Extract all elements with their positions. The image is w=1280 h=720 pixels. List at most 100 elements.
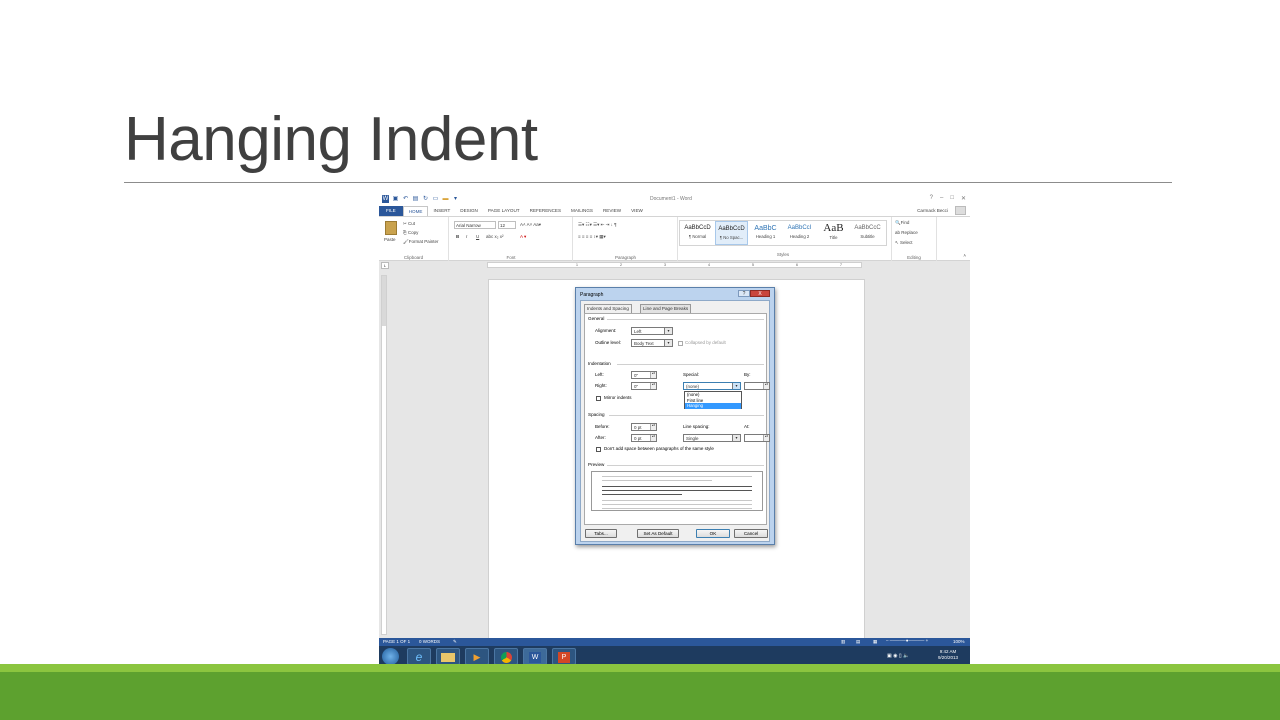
paste-icon[interactable]	[385, 221, 397, 235]
cursor-icon: ↖	[895, 240, 899, 245]
font-size-box[interactable]: 12	[498, 221, 516, 229]
close-icon[interactable]: ✕	[961, 195, 966, 202]
tab-review[interactable]: REVIEW	[598, 206, 626, 216]
help-icon[interactable]: ?	[930, 195, 933, 202]
collapse-ribbon-icon[interactable]: ˄	[963, 253, 966, 258]
avatar[interactable]	[955, 206, 966, 215]
customize-qat-icon[interactable]: ▾	[452, 195, 459, 203]
style-normal[interactable]: AaBbCcD ¶ Normal	[681, 221, 714, 245]
spinner-icon[interactable]: ▴▾	[650, 383, 656, 389]
start-button-icon[interactable]	[382, 648, 399, 665]
chrome-icon[interactable]	[494, 648, 518, 665]
word-logo-icon: W	[382, 195, 389, 203]
save-as-icon[interactable]: ▤	[412, 195, 419, 203]
style-subtitle[interactable]: AaBbCcC Subtitle	[851, 221, 884, 245]
open-folder-icon[interactable]: ▬	[442, 195, 449, 203]
zoom-level[interactable]: 100%	[953, 639, 965, 644]
alignment-select[interactable]: Left ▾	[631, 327, 673, 335]
collapsed-checkbox[interactable]	[678, 341, 683, 346]
bold-button[interactable]: B	[456, 234, 459, 239]
dialog-close-button[interactable]: X	[750, 290, 770, 297]
dont-add-space-checkbox[interactable]	[596, 447, 601, 452]
word-count[interactable]: 0 WORDS	[419, 639, 440, 644]
right-indent-input[interactable]: 0" ▴▾	[631, 382, 657, 390]
tab-view[interactable]: VIEW	[626, 206, 648, 216]
mirror-indents-checkbox[interactable]	[596, 396, 601, 401]
cancel-button[interactable]: Cancel	[734, 529, 768, 538]
read-mode-icon[interactable]: ▥	[841, 639, 845, 645]
paste-button[interactable]: Paste	[384, 237, 396, 242]
at-input[interactable]: ▴▾	[744, 434, 770, 442]
taskbar-clock[interactable]: 9:42 AM 9/20/2013	[938, 649, 958, 661]
strikethrough-icon[interactable]: abc x₂ x²	[486, 234, 504, 239]
explorer-folder-icon[interactable]	[436, 648, 460, 665]
outline-level-select[interactable]: Body Text ▾	[631, 339, 673, 347]
spinner-icon[interactable]: ▴▾	[650, 435, 656, 441]
ok-button[interactable]: OK	[696, 529, 730, 538]
dialog-help-button[interactable]: ?	[738, 290, 750, 297]
chevron-down-icon: ▾	[664, 328, 672, 334]
line-spacing-select[interactable]: Single ▾	[683, 434, 741, 442]
special-option-hanging[interactable]: Hanging	[685, 403, 741, 409]
undo-icon[interactable]: ↶	[402, 195, 409, 203]
save-icon[interactable]: ▣	[392, 195, 399, 203]
refresh-icon[interactable]: ↻	[422, 195, 429, 203]
page-count[interactable]: PAGE 1 OF 1	[383, 639, 410, 644]
special-select[interactable]: (none) ▾	[683, 382, 741, 390]
copy-button[interactable]: ⎘ Copy	[403, 230, 418, 235]
word-taskbar-icon[interactable]: W	[523, 648, 547, 665]
tab-insert[interactable]: INSERT	[428, 206, 455, 216]
after-input[interactable]: 0 pt ▴▾	[631, 434, 657, 442]
web-layout-icon[interactable]: ▦	[873, 639, 877, 645]
cut-button[interactable]: ✂ Cut	[403, 221, 415, 227]
underline-button[interactable]: U	[476, 234, 479, 239]
powerpoint-icon[interactable]: P	[552, 648, 576, 665]
horizontal-ruler[interactable]: 1 2 3 4 5 6 7	[487, 262, 862, 268]
replace-button[interactable]: ab Replace	[895, 230, 918, 235]
spinner-icon[interactable]: ▴▾	[763, 435, 769, 441]
by-input[interactable]: ▴▾	[744, 382, 770, 390]
select-button[interactable]: ↖ Select	[895, 240, 913, 246]
spinner-icon[interactable]: ▴▾	[763, 383, 769, 389]
minimize-icon[interactable]: –	[940, 195, 943, 202]
tab-indents-and-spacing[interactable]: Indents and Spacing	[584, 304, 632, 313]
style-heading-2[interactable]: AaBbCcI Heading 2	[783, 221, 816, 245]
set-as-default-button[interactable]: Set As Default	[637, 529, 679, 538]
left-indent-input[interactable]: 0" ▴▾	[631, 371, 657, 379]
align-left-icon[interactable]: ≡ ≡ ≡ ≡ ↕▾ ▦▾	[578, 234, 606, 240]
tabs-button[interactable]: Tabs...	[585, 529, 617, 538]
tab-selector-button[interactable]: L	[381, 262, 389, 269]
ribbon: Paste ✂ Cut ⎘ Copy 🖌Format Painter Clipb…	[379, 216, 970, 261]
find-button[interactable]: 🔍Find	[895, 220, 909, 226]
tab-references[interactable]: REFERENCES	[525, 206, 566, 216]
style-heading-1[interactable]: AaBbC Heading 1	[749, 221, 782, 245]
bullets-icon[interactable]: ☰▾ ☷▾ ☰▾ ⇤ ⇥ ↓ ¶	[578, 222, 617, 228]
user-name[interactable]: Carmack Becci	[917, 208, 948, 213]
tab-line-and-page-breaks[interactable]: Line and Page Breaks	[640, 304, 692, 313]
font-color-icon[interactable]: A ▾	[520, 234, 526, 240]
spinner-icon[interactable]: ▴▾	[650, 372, 656, 378]
maximize-icon[interactable]: □	[950, 195, 954, 202]
proofing-icon[interactable]: ✎	[453, 639, 457, 645]
ie-icon[interactable]: e	[407, 648, 431, 665]
format-painter-button[interactable]: 🖌Format Painter	[403, 239, 438, 245]
tab-file[interactable]: FILE	[379, 206, 403, 216]
media-player-icon[interactable]: ▶	[465, 648, 489, 665]
spinner-icon[interactable]: ▴▾	[650, 424, 656, 430]
system-tray-icons[interactable]: ▣ ◉ ▯ 🔈	[887, 653, 909, 659]
style-title[interactable]: AaB Title	[817, 221, 850, 245]
zoom-slider[interactable]: – ─────●───── +	[886, 638, 928, 643]
new-document-icon[interactable]: ▭	[432, 195, 439, 203]
style-no-spacing[interactable]: AaBbCcD ¶ No Spac...	[715, 221, 748, 245]
tab-design[interactable]: DESIGN	[455, 206, 483, 216]
print-layout-icon[interactable]: ▤	[856, 639, 860, 645]
tab-mailings[interactable]: MAILINGS	[566, 206, 598, 216]
vertical-ruler[interactable]	[381, 275, 387, 635]
tab-page-layout[interactable]: PAGE LAYOUT	[483, 206, 525, 216]
italic-button[interactable]: I	[466, 234, 467, 239]
font-name-box[interactable]: Arial Narrow	[454, 221, 496, 229]
grow-font-icon[interactable]: A˄ A˅ Aa▾	[520, 222, 541, 228]
tab-home[interactable]: HOME	[402, 206, 429, 216]
replace-icon: ab	[895, 230, 901, 235]
before-input[interactable]: 0 pt ▴▾	[631, 423, 657, 431]
